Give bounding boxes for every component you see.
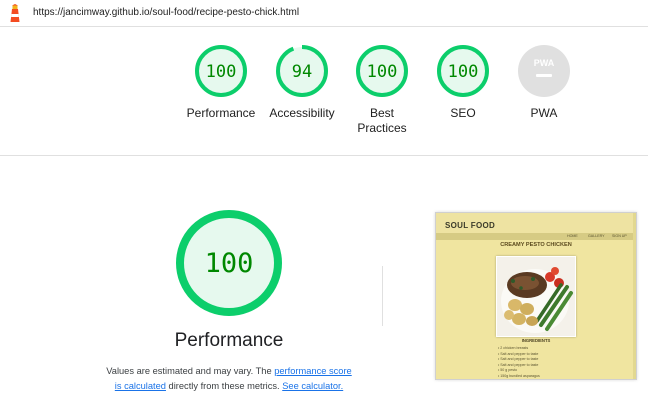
screenshot-header: SOUL FOOD xyxy=(436,213,636,233)
see-calculator-link[interactable]: See calculator. xyxy=(282,381,343,391)
gauge-pwa[interactable]: PWA PWA xyxy=(504,44,584,121)
gauge-seo[interactable]: 100 SEO xyxy=(423,44,503,121)
gauge-label: Best Practices xyxy=(342,106,422,136)
performance-score-link-l1[interactable]: performance score xyxy=(274,366,352,376)
screenshot-nav-item: GALLERY xyxy=(588,234,605,238)
lighthouse-icon xyxy=(10,4,20,22)
gauge-performance[interactable]: 100 Performance xyxy=(181,44,261,121)
screenshot-recipe-title: CREAMY PESTO CHICKEN xyxy=(500,242,572,248)
gauge-score: 100 xyxy=(206,62,237,82)
gauge-ring: 100 xyxy=(356,45,408,97)
note-text: directly from these metrics. xyxy=(165,381,283,391)
performance-note: Values are estimated and may vary. The p… xyxy=(86,364,372,394)
screenshot-nav-item: HOME xyxy=(567,234,578,238)
performance-title: Performance xyxy=(174,330,284,351)
list-item: Salt and pepper to taste xyxy=(498,357,540,363)
gauge-label: SEO xyxy=(450,106,476,120)
gauge-label-line: Practices xyxy=(357,121,407,135)
screenshot-scrollbar xyxy=(633,213,636,379)
gauge-accessibility[interactable]: 94 Accessibility xyxy=(262,44,342,121)
gauge-score: 100 xyxy=(448,62,479,82)
gauge-ring: 100 xyxy=(195,45,247,97)
gauge-label: Accessibility xyxy=(269,106,335,120)
screenshot-ingredients-list: 2 chicken breasts Salt and pepper to tas… xyxy=(498,346,540,379)
gauge-label: Performance xyxy=(186,106,256,120)
gauge-score: 100 xyxy=(367,62,398,82)
screenshot-nav: HOME GALLERY SIGN UP xyxy=(436,233,636,240)
section-divider xyxy=(0,155,648,156)
gauge-ring: 94 xyxy=(276,45,328,97)
page-url-link[interactable]: https://jancimway.github.io/soul-food/re… xyxy=(33,7,299,18)
pwa-badge-icon: PWA xyxy=(518,45,570,97)
screenshot-ingredients-heading: INGREDIENTS xyxy=(521,338,551,343)
screenshot-nav-item: SIGN UP xyxy=(612,234,627,238)
gauge-best-practices[interactable]: 100 Best Practices xyxy=(342,44,422,136)
screenshot-brand: SOUL FOOD xyxy=(445,221,496,230)
performance-score: 100 xyxy=(205,248,254,279)
gauge-ring: 100 xyxy=(437,45,489,97)
gauge-label-line: Best xyxy=(369,106,394,120)
vertical-divider xyxy=(382,266,383,326)
category-gauges: 100 Performance 94 Accessibility 100 Bes… xyxy=(0,40,648,150)
report-topbar: https://jancimway.github.io/soul-food/re… xyxy=(0,0,648,27)
performance-gauge-large: 100 xyxy=(174,208,284,318)
note-text: Values are estimated and may vary. The xyxy=(106,366,275,376)
list-item: 150g bundled asparagus xyxy=(498,374,540,379)
gauge-ring-large: 100 xyxy=(176,210,282,316)
final-screenshot[interactable]: SOUL FOOD HOME GALLERY SIGN UP CREAMY PE… xyxy=(435,212,637,380)
gauge-score: 94 xyxy=(292,62,312,82)
food-photo-image xyxy=(496,256,576,337)
gauge-label: PWA xyxy=(530,106,558,120)
pwa-badge-text: PWA xyxy=(534,58,555,68)
performance-score-link-l2[interactable]: is calculated xyxy=(115,381,166,391)
